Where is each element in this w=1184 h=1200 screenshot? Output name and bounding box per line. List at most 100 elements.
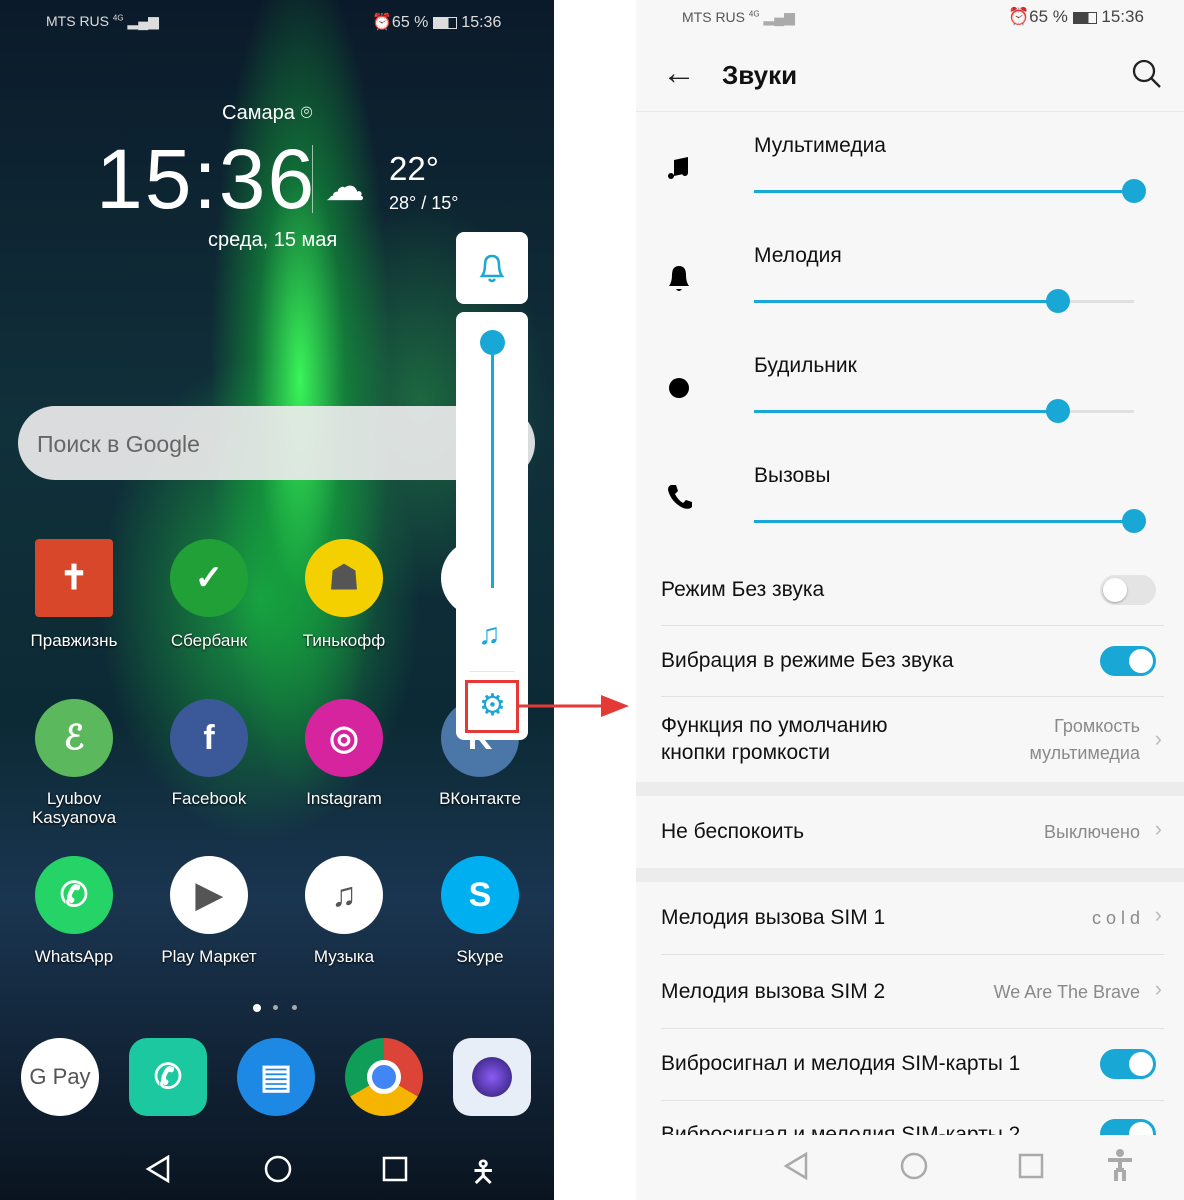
- gpay-app[interactable]: G Pay: [21, 1038, 99, 1116]
- app-icon[interactable]: ♫: [305, 856, 383, 934]
- app-label[interactable]: ВКонтакте: [415, 789, 545, 808]
- sim2-ringtone-row[interactable]: Мелодия вызова SIM 2 We Are The Brave ›: [636, 955, 1184, 1028]
- app-icon[interactable]: ✝: [35, 539, 113, 617]
- chevron-right-icon: ›: [1154, 816, 1162, 841]
- weather-city[interactable]: Самара ⌾: [222, 102, 312, 125]
- phone-app[interactable]: ✆: [129, 1038, 207, 1116]
- app-icon[interactable]: ☗: [305, 539, 383, 617]
- recents-nav-button[interactable]: [1018, 1153, 1044, 1179]
- app-icon[interactable]: ✓: [170, 539, 248, 617]
- volume-slider[interactable]: [754, 399, 1134, 423]
- accessibility-icon[interactable]: [1106, 1148, 1134, 1182]
- message-icon: ▤: [259, 1058, 293, 1096]
- app-label[interactable]: Play Маркет: [144, 947, 274, 966]
- row-value: Громкость: [1054, 716, 1140, 736]
- app-label[interactable]: Facebook: [144, 789, 274, 808]
- gear-icon: ⚙: [479, 689, 506, 722]
- app-icon[interactable]: S: [441, 856, 519, 934]
- slider-knob[interactable]: [1122, 179, 1146, 203]
- app-icon[interactable]: ✆: [35, 856, 113, 934]
- carrier: MTS RUS: [46, 13, 109, 29]
- carrier-label: MTS RUS 4G ▂▄▆: [46, 13, 159, 30]
- volume-label: Будильник: [754, 354, 857, 377]
- silent-mode-label: Режим Без звука: [661, 578, 825, 601]
- location-pin-icon: ⌾: [300, 102, 313, 124]
- app-icon[interactable]: f: [170, 699, 248, 777]
- battery-percent: 65 %: [1029, 7, 1068, 26]
- messages-app[interactable]: ▤: [237, 1038, 315, 1116]
- temp-range: 28° / 15°: [389, 193, 459, 213]
- ringer-mode-button[interactable]: [456, 232, 528, 304]
- sound-settings-screen: MTS RUS 4G ▂▄▆ ⏰65 % 15:36 ← Звуки Мульт…: [636, 0, 1184, 1200]
- volume-slider[interactable]: [754, 289, 1134, 313]
- status-right: ⏰65 % 15:36: [1008, 7, 1144, 27]
- app-icon[interactable]: ◎: [305, 699, 383, 777]
- chevron-right-icon: ›: [1154, 976, 1162, 1001]
- vibrate-silent-toggle[interactable]: [1100, 646, 1156, 676]
- home-nav-button[interactable]: [263, 1154, 293, 1184]
- app-label[interactable]: Skype: [415, 947, 545, 966]
- clock[interactable]: 15:36: [96, 134, 316, 224]
- do-not-disturb-row[interactable]: Не беспокоить Выключено ›: [636, 796, 1184, 868]
- page-dot[interactable]: [292, 1005, 297, 1010]
- slider-fill: [754, 190, 1134, 193]
- app-label[interactable]: Музыка: [279, 947, 409, 966]
- volume-key-function-row[interactable]: Функция по умолчанию кнопки громкости Гр…: [636, 697, 1184, 782]
- slider-knob[interactable]: [1046, 399, 1070, 423]
- vibrate-sim1-toggle[interactable]: [1100, 1049, 1156, 1079]
- vibrate-silent-label: Вибрация в режиме Без звука: [661, 649, 954, 672]
- app-label[interactable]: Lyubov Kasyanova: [9, 789, 139, 827]
- gpay-logo: G Pay: [29, 1064, 91, 1089]
- app-label[interactable]: WhatsApp: [9, 947, 139, 966]
- volume-slider[interactable]: [480, 330, 505, 588]
- vibrate-sim2-row-clipped: Вибросигнал и мелодия SIM-карты 2: [636, 1101, 1184, 1135]
- slider-knob[interactable]: [1122, 509, 1146, 533]
- page-dot-active[interactable]: [253, 1004, 261, 1012]
- slider-knob[interactable]: [1046, 289, 1070, 313]
- row-value: c o l d: [1091, 908, 1140, 928]
- volume-slider[interactable]: [754, 179, 1146, 203]
- vibrate-sim2-toggle[interactable]: [1100, 1119, 1156, 1135]
- search-button[interactable]: [1131, 58, 1163, 90]
- home-nav-button[interactable]: [899, 1151, 929, 1181]
- page-dot[interactable]: [273, 1005, 278, 1010]
- chrome-app[interactable]: [345, 1038, 423, 1116]
- slider-fill: [754, 300, 1058, 303]
- volume-slider-knob[interactable]: [480, 330, 505, 355]
- status-time: 15:36: [461, 14, 502, 31]
- app-label[interactable]: Правжизнь: [9, 631, 139, 650]
- accessibility-icon[interactable]: 🯅: [470, 1150, 496, 1200]
- carrier: MTS RUS: [682, 9, 745, 25]
- vibrate-sim1-label: Вибросигнал и мелодия SIM-карты 1: [661, 1052, 1021, 1075]
- status-time: 15:36: [1101, 7, 1144, 26]
- bell-icon: [669, 266, 689, 291]
- row-label: Мелодия вызова SIM 1: [661, 906, 886, 929]
- signal-icon: ▂▄▆: [127, 13, 159, 29]
- alarm-icon: ⏰: [1008, 7, 1030, 26]
- back-nav-button[interactable]: [782, 1151, 810, 1181]
- app-label[interactable]: Сбербанк: [144, 631, 274, 650]
- app-label[interactable]: Instagram: [279, 789, 409, 808]
- sound-settings-button[interactable]: ⚙: [465, 680, 519, 733]
- volume-slider[interactable]: [754, 509, 1146, 533]
- app-icon[interactable]: ▶: [170, 856, 248, 934]
- volume-label: Мелодия: [754, 244, 842, 267]
- row-value: Выключено: [1044, 822, 1140, 842]
- alarm-clock-icon: [668, 374, 690, 398]
- app-icon[interactable]: ℰ: [35, 699, 113, 777]
- phone-icon: ✆: [153, 1058, 183, 1096]
- divider: [661, 1028, 1164, 1029]
- vibrate-sim2-label: Вибросигнал и мелодия SIM-карты 2: [661, 1123, 1021, 1135]
- chrome-icon: [367, 1060, 401, 1094]
- camera-app[interactable]: [453, 1038, 531, 1116]
- back-button[interactable]: ←: [662, 56, 696, 90]
- battery-icon: [1072, 11, 1097, 24]
- app-label[interactable]: Тинькофф: [279, 631, 409, 650]
- back-nav-button[interactable]: [144, 1154, 172, 1184]
- alarm-icon: ⏰: [372, 14, 392, 31]
- carrier-label: MTS RUS 4G ▂▄▆: [682, 9, 795, 26]
- silent-mode-toggle[interactable]: [1100, 575, 1156, 605]
- recents-nav-button[interactable]: [382, 1156, 408, 1182]
- row-value: We Are The Brave: [993, 982, 1140, 1002]
- sim1-ringtone-row[interactable]: Мелодия вызова SIM 1 c o l d ›: [636, 882, 1184, 954]
